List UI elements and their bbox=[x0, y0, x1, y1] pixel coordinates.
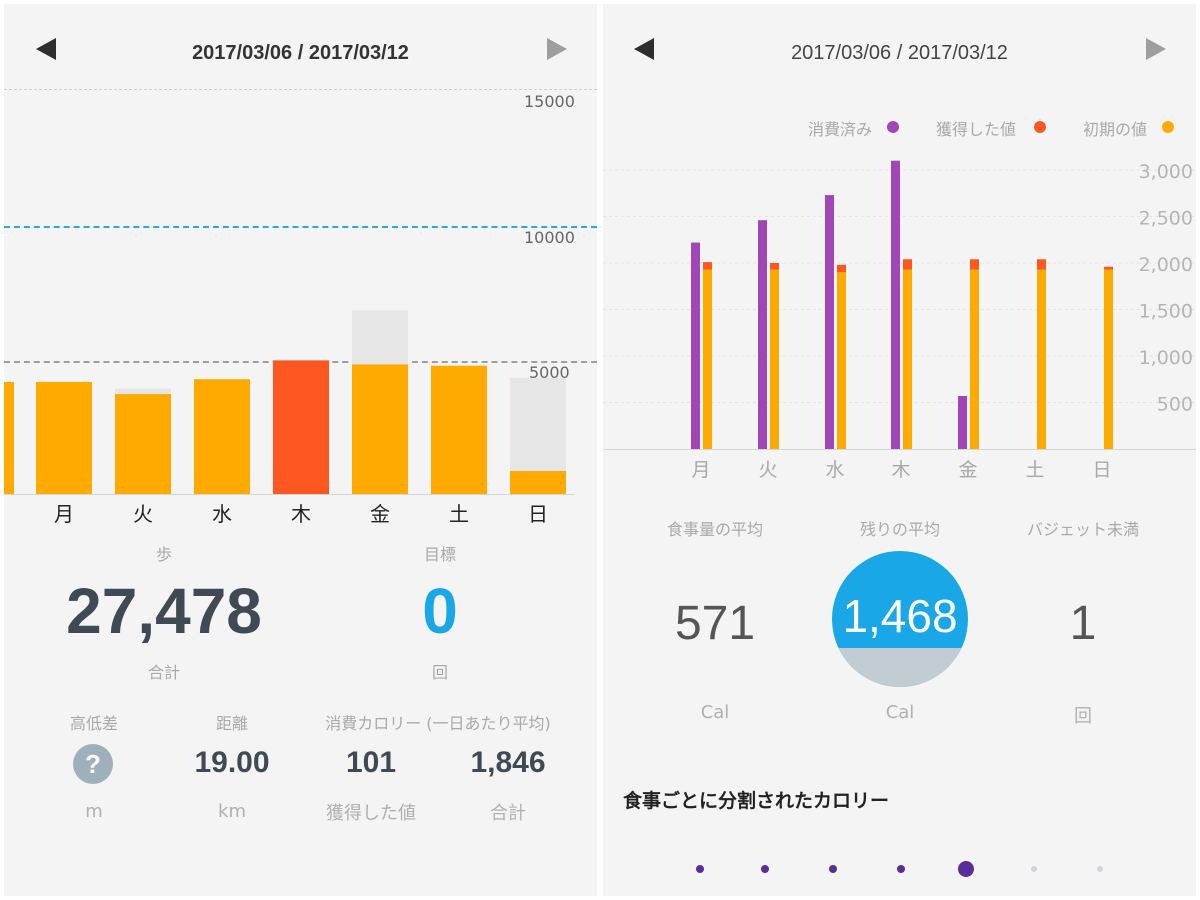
y-tick-1000: 1,000 bbox=[1139, 347, 1193, 369]
avg-intake-value: 571 bbox=[674, 597, 756, 650]
avg-remaining-fill bbox=[832, 647, 968, 687]
x-tick-1: 火 bbox=[758, 459, 777, 481]
steps-label: 歩 bbox=[155, 545, 172, 564]
earned-bar-2 bbox=[837, 264, 846, 273]
goal-count-unit: 回 bbox=[431, 663, 448, 682]
x-tick-0: 月 bbox=[54, 502, 74, 526]
calories-total-value: 1,846 bbox=[470, 746, 546, 779]
distance-unit: km bbox=[218, 801, 246, 822]
under-budget-value: 1 bbox=[1069, 597, 1097, 650]
earned-bar-3 bbox=[903, 259, 912, 270]
x-tick-0: 月 bbox=[691, 459, 710, 481]
bar-3 bbox=[273, 360, 329, 494]
consumed-bar-4 bbox=[958, 395, 967, 449]
page-dot-4[interactable] bbox=[897, 865, 905, 873]
initial-bar-3 bbox=[903, 269, 912, 449]
calories-earned-value: 101 bbox=[345, 746, 397, 779]
goal-label: 目標 bbox=[423, 545, 456, 564]
elevation-unit: m bbox=[85, 801, 103, 822]
under-budget-label: バジェット未満 bbox=[1026, 520, 1139, 539]
avg-intake-unit: Cal bbox=[700, 702, 730, 723]
y-tick-2500: 2,500 bbox=[1139, 208, 1193, 230]
page-dot-3[interactable] bbox=[829, 865, 837, 873]
distance-label: 距離 bbox=[215, 714, 248, 733]
x-tick-2: 水 bbox=[212, 502, 232, 526]
earned-bar-4 bbox=[970, 259, 979, 270]
steps-total-unit: 合計 bbox=[147, 663, 180, 682]
bar-1 bbox=[115, 394, 171, 494]
x-tick-4: 金 bbox=[958, 459, 977, 481]
initial-bar-4 bbox=[970, 269, 979, 449]
earned-bar-0 bbox=[703, 262, 712, 270]
calories-label: 消費カロリー (一日あたり平均) bbox=[325, 714, 551, 733]
earned-bar-1 bbox=[770, 263, 779, 270]
avg-remaining-circle: 1,468 bbox=[832, 551, 968, 687]
y-tick-1500: 1,500 bbox=[1139, 301, 1193, 323]
steps-panel: 2017/03/06 / 2017/03/12 15000 10000 5000… bbox=[4, 4, 597, 896]
x-tick-6: 日 bbox=[1092, 459, 1111, 481]
x-tick-3: 木 bbox=[891, 459, 910, 481]
bar-4 bbox=[352, 364, 408, 494]
bar-6 bbox=[510, 471, 566, 494]
page-dot-1[interactable] bbox=[696, 865, 704, 873]
elevation-label: 高低差 bbox=[69, 714, 118, 733]
under-budget-unit: 回 bbox=[1074, 706, 1092, 727]
page-dot-2[interactable] bbox=[761, 865, 769, 873]
steps-bar-chart: 月火水木金土日 bbox=[4, 310, 574, 526]
avg-remaining-label: 残りの平均 bbox=[859, 520, 940, 539]
calories-total-unit: 合計 bbox=[490, 803, 526, 824]
bar-5 bbox=[431, 365, 487, 494]
y-tick-3000: 3,000 bbox=[1139, 161, 1193, 183]
earned-bar-6 bbox=[1104, 266, 1113, 270]
prev-week-partial-bar bbox=[4, 381, 14, 494]
consumed-bar-3 bbox=[891, 160, 900, 449]
calories-earned-unit: 獲得した値 bbox=[326, 803, 416, 824]
page-dot-5[interactable] bbox=[958, 861, 974, 877]
initial-bar-2 bbox=[837, 272, 846, 449]
x-tick-6: 日 bbox=[528, 502, 548, 526]
initial-bar-6 bbox=[1104, 269, 1113, 449]
x-tick-3: 木 bbox=[291, 502, 311, 526]
x-tick-1: 火 bbox=[133, 502, 153, 526]
distance-value: 19.00 bbox=[194, 746, 270, 779]
initial-bar-0 bbox=[703, 269, 712, 449]
calories-panel: 2017/03/06 / 2017/03/12 消費済み 獲得した値 初期の値 … bbox=[603, 4, 1196, 896]
steps-total-value: 27,478 bbox=[66, 575, 262, 647]
section-title: 食事ごとに分割されたカロリー bbox=[623, 790, 890, 812]
initial-bar-5 bbox=[1037, 269, 1046, 449]
y-tick-500: 500 bbox=[1157, 394, 1193, 416]
consumed-bar-0 bbox=[691, 242, 700, 449]
initial-bar-1 bbox=[770, 269, 779, 449]
x-tick-2: 水 bbox=[825, 459, 844, 481]
y-tick-2000: 2,000 bbox=[1139, 254, 1193, 276]
page-dot-7[interactable] bbox=[1097, 866, 1103, 872]
avg-intake-label: 食事量の平均 bbox=[666, 520, 763, 539]
goal-count-value: 0 bbox=[422, 575, 458, 647]
bar-2 bbox=[194, 379, 250, 494]
question-circle-icon[interactable]: ? bbox=[73, 744, 113, 784]
avg-remaining-unit: Cal bbox=[885, 702, 915, 723]
x-tick-4: 金 bbox=[370, 502, 390, 526]
calories-bar-chart: 500 1,000 1,500 2,000 2,500 3,000 月 火 水 木 金 土 日 bbox=[603, 160, 1196, 481]
page-dot-6[interactable] bbox=[1031, 866, 1037, 872]
consumed-bar-1 bbox=[758, 220, 767, 449]
consumed-bar-2 bbox=[825, 195, 834, 449]
bar-0 bbox=[36, 381, 92, 494]
x-tick-5: 土 bbox=[1025, 459, 1044, 481]
avg-remaining-value: 1,468 bbox=[842, 590, 958, 642]
earned-bar-5 bbox=[1037, 259, 1046, 270]
x-tick-5: 土 bbox=[449, 502, 469, 526]
